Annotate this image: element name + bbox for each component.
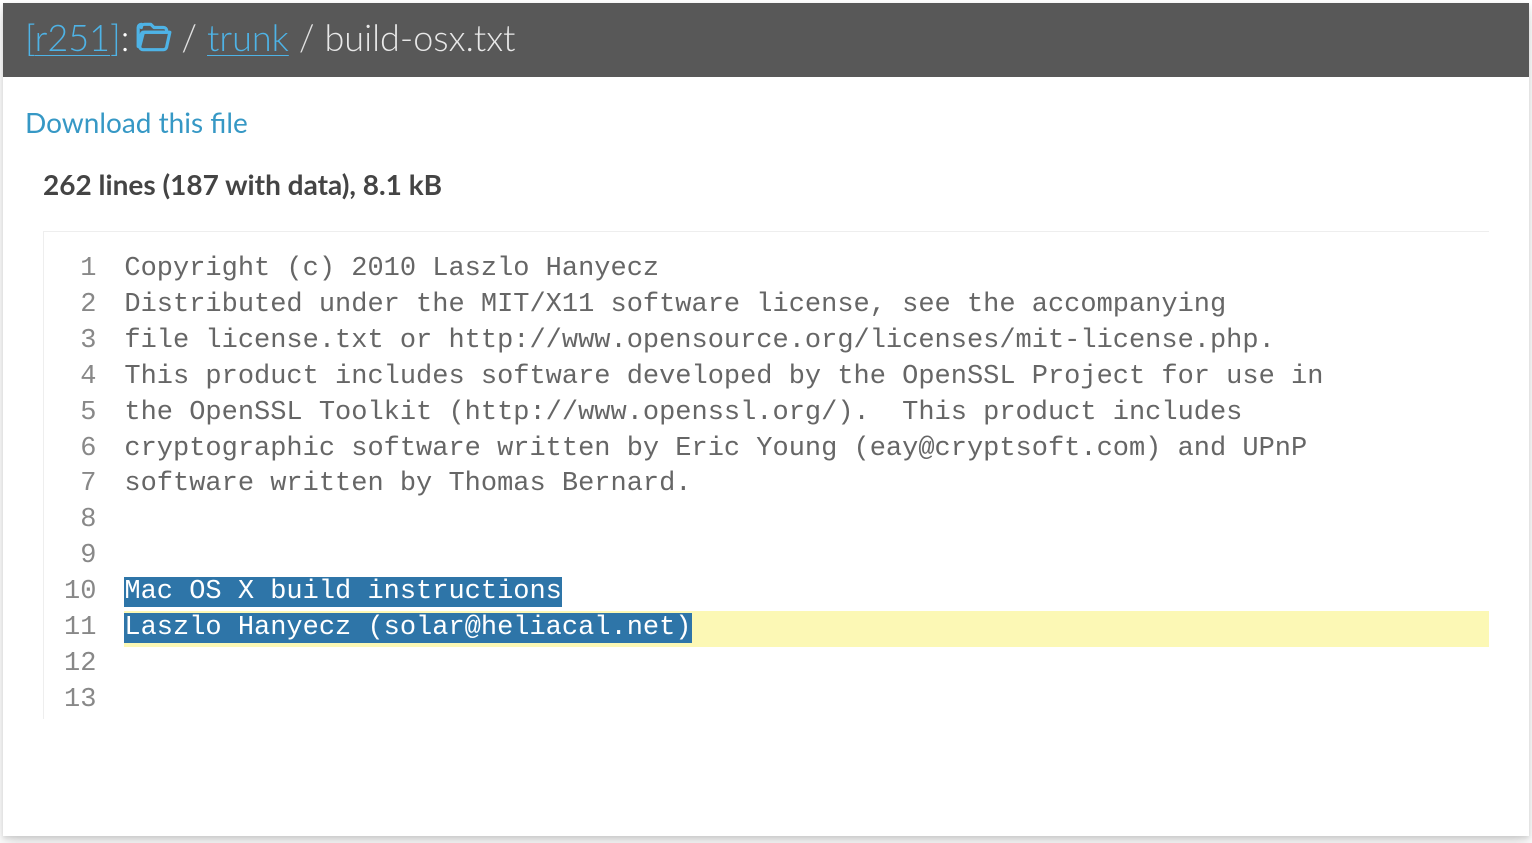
line-number[interactable]: 12 [44,647,124,683]
code-line[interactable]: 13 [44,683,1489,719]
breadcrumb: [r251]: [25,15,129,59]
line-number[interactable]: 3 [44,324,124,360]
code-viewer: 1Copyright (c) 2010 Laszlo Hanyecz2Distr… [43,231,1489,719]
trunk-link[interactable]: trunk [207,15,289,59]
download-section: Download this file [3,77,1529,139]
line-number[interactable]: 9 [44,539,124,575]
code-line[interactable]: 3file license.txt or http://www.opensour… [44,324,1489,360]
line-content[interactable]: This product includes software developed… [124,360,1489,396]
line-number[interactable]: 1 [44,252,124,288]
revision-link[interactable]: r251 [35,15,110,59]
line-content[interactable]: Distributed under the MIT/X11 software l… [124,288,1489,324]
breadcrumb-separator: / [179,15,199,59]
breadcrumb-separator: / [297,15,317,59]
code-table: 1Copyright (c) 2010 Laszlo Hanyecz2Distr… [44,252,1489,719]
line-content[interactable]: file license.txt or http://www.opensourc… [124,324,1489,360]
line-content[interactable] [124,503,1489,539]
line-number[interactable]: 13 [44,683,124,719]
line-content[interactable] [124,647,1489,683]
breadcrumb-filename: build-osx.txt [324,15,515,59]
code-body: 1Copyright (c) 2010 Laszlo Hanyecz2Distr… [44,252,1489,719]
line-number[interactable]: 6 [44,432,124,468]
code-line[interactable]: 4This product includes software develope… [44,360,1489,396]
line-content[interactable]: Copyright (c) 2010 Laszlo Hanyecz [124,252,1489,288]
line-number[interactable]: 7 [44,467,124,503]
download-link[interactable]: Download this file [25,105,248,139]
selected-text: Laszlo Hanyecz (solar@heliacal.net) [124,613,691,643]
line-number[interactable]: 8 [44,503,124,539]
code-line[interactable]: 6cryptographic software written by Eric … [44,432,1489,468]
code-line[interactable]: 7software written by Thomas Bernard. [44,467,1489,503]
line-content[interactable]: software written by Thomas Bernard. [124,467,1489,503]
line-number[interactable]: 2 [44,288,124,324]
line-number[interactable]: 4 [44,360,124,396]
line-content[interactable]: the OpenSSL Toolkit (http://www.openssl.… [124,396,1489,432]
line-content[interactable] [124,539,1489,575]
breadcrumb-header: [r251]: / trunk / build-osx.txt [3,3,1529,77]
code-line[interactable]: 10Mac OS X build instructions [44,575,1489,611]
code-line[interactable]: 12 [44,647,1489,683]
code-line[interactable]: 1Copyright (c) 2010 Laszlo Hanyecz [44,252,1489,288]
code-line[interactable]: 2Distributed under the MIT/X11 software … [44,288,1489,324]
line-content[interactable]: Mac OS X build instructions [124,575,1489,611]
file-stats: 262 lines (187 with data), 8.1 kB [3,139,1529,201]
page-container: [r251]: / trunk / build-osx.txt Download… [3,3,1529,836]
line-content[interactable]: cryptographic software written by Eric Y… [124,432,1489,468]
line-number[interactable]: 5 [44,396,124,432]
line-content[interactable] [124,683,1489,719]
code-line[interactable]: 8 [44,503,1489,539]
code-line[interactable]: 9 [44,539,1489,575]
folder-open-icon[interactable] [135,18,173,56]
page-body: Download this file 262 lines (187 with d… [3,77,1529,719]
line-content[interactable]: Laszlo Hanyecz (solar@heliacal.net) [124,611,1489,647]
selected-text: Mac OS X build instructions [124,577,561,607]
code-line[interactable]: 11Laszlo Hanyecz (solar@heliacal.net) [44,611,1489,647]
code-line[interactable]: 5the OpenSSL Toolkit (http://www.openssl… [44,396,1489,432]
line-number[interactable]: 11 [44,611,124,647]
line-number[interactable]: 10 [44,575,124,611]
